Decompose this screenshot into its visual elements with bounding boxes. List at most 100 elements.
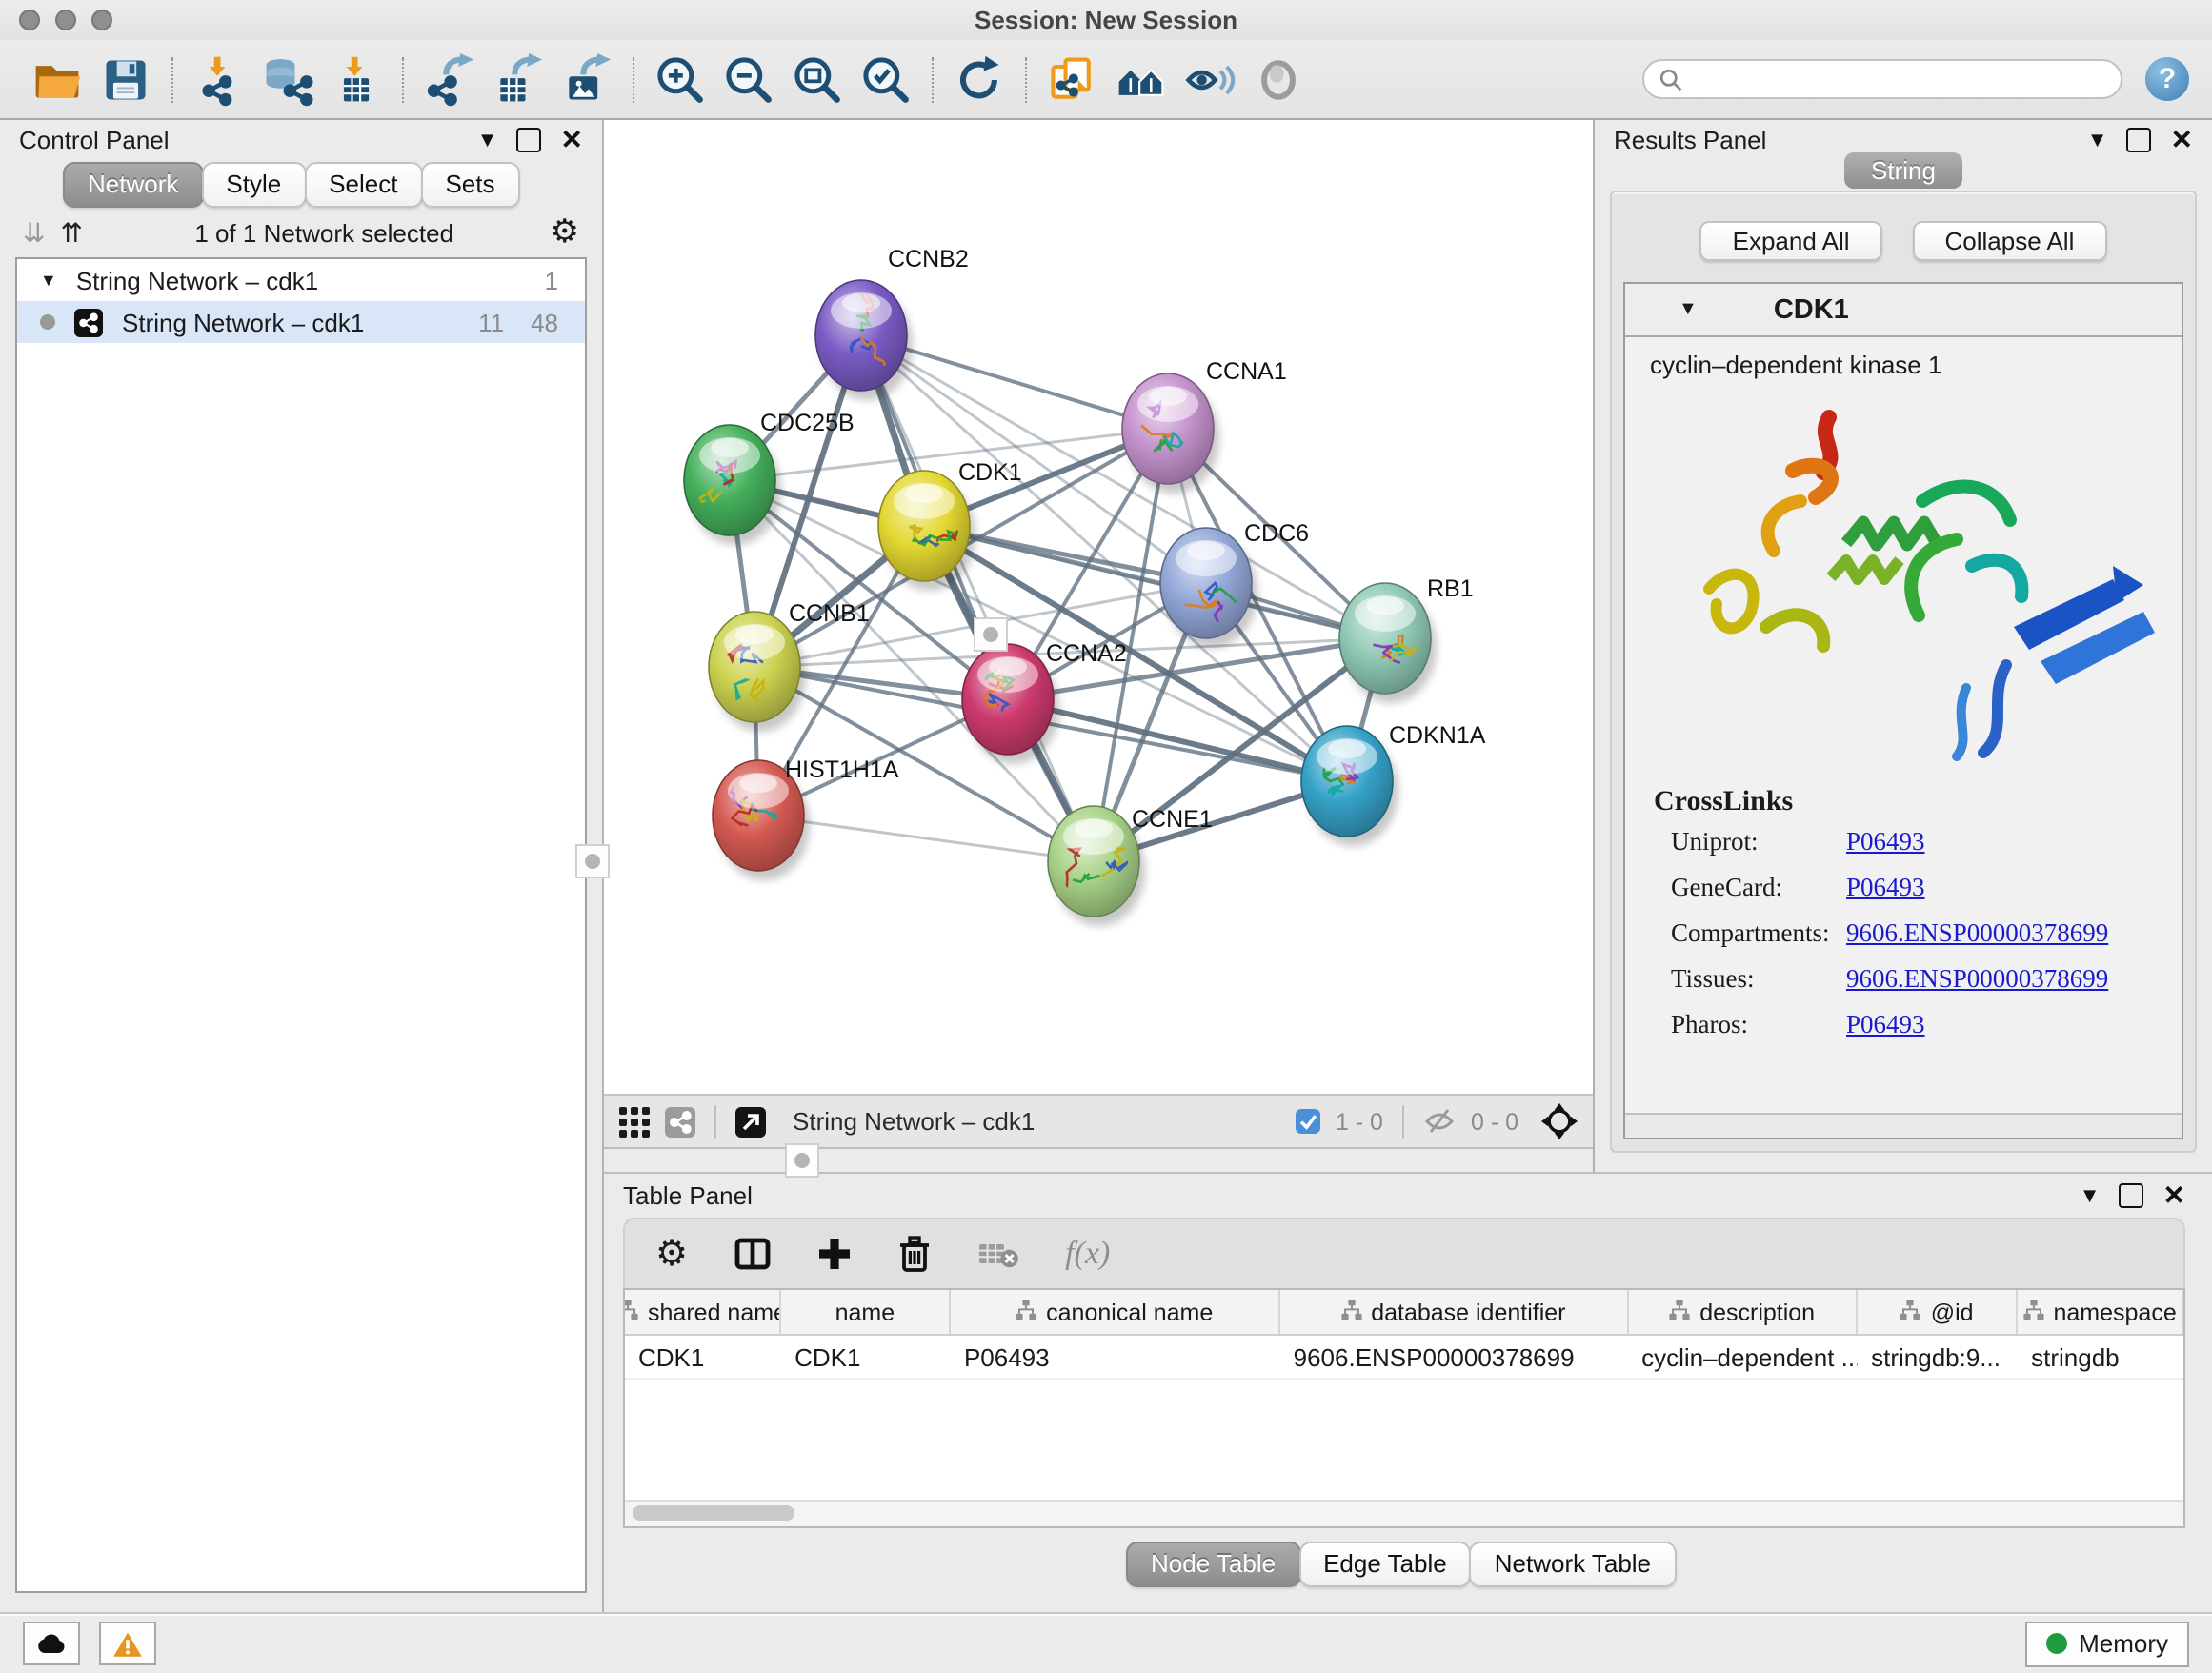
delete-column-icon[interactable]: [897, 1235, 932, 1273]
cloud-button[interactable]: [23, 1622, 80, 1665]
tab-network[interactable]: Network: [63, 162, 203, 208]
collapse-section-icon[interactable]: ▼: [1679, 299, 1698, 320]
tab-select[interactable]: Select: [304, 162, 422, 208]
save-session-button[interactable]: [95, 49, 156, 110]
crosslink-link[interactable]: 9606.ENSP00000378699: [1846, 964, 2108, 995]
import-database-button[interactable]: [257, 49, 318, 110]
create-column-icon[interactable]: [817, 1237, 852, 1271]
hide-graphics-details-button[interactable]: [1248, 49, 1309, 110]
panel-menu-icon[interactable]: ▼: [2080, 1184, 2101, 1207]
zoom-selected-button[interactable]: [855, 49, 916, 110]
close-panel-icon[interactable]: ✕: [2171, 124, 2193, 156]
tab-network-table[interactable]: Network Table: [1470, 1542, 1676, 1587]
network-node-label: CDKN1A: [1389, 722, 1486, 749]
tab-sets[interactable]: Sets: [420, 162, 519, 208]
panel-menu-icon[interactable]: ▼: [477, 129, 498, 151]
refresh-network-button[interactable]: [949, 49, 1010, 110]
column-header-description[interactable]: description: [1628, 1290, 1858, 1334]
table-cell[interactable]: stringdb: [2018, 1336, 2183, 1378]
gear-icon[interactable]: ⚙: [551, 213, 580, 252]
tab-node-table[interactable]: Node Table: [1126, 1542, 1300, 1587]
network-node-CDKN1A[interactable]: [1301, 726, 1398, 846]
collection-expand-icon[interactable]: ▼: [40, 271, 57, 290]
hidden-eye-icon[interactable]: [1423, 1107, 1456, 1136]
network-node-CCNB2[interactable]: [815, 280, 913, 400]
network-node-RB1[interactable]: [1339, 583, 1437, 703]
column-header-database-identifier[interactable]: database identifier: [1280, 1290, 1629, 1334]
panel-menu-icon[interactable]: ▼: [2087, 129, 2108, 151]
column-header-namespace[interactable]: namespace: [2018, 1290, 2183, 1334]
results-hscrollbar[interactable]: [1625, 1113, 2182, 1138]
column-header-shared-name[interactable]: shared name: [625, 1290, 781, 1334]
import-table-button[interactable]: [326, 49, 387, 110]
network-node-CCNA1[interactable]: [1122, 373, 1219, 494]
float-panel-icon[interactable]: [2127, 127, 2152, 151]
network-overview-button[interactable]: [1111, 49, 1172, 110]
tab-style[interactable]: Style: [201, 162, 306, 208]
search-field[interactable]: [1642, 59, 2122, 99]
network-collection-row[interactable]: ▼ String Network – cdk1 1: [17, 259, 585, 301]
bottom-splitter-handle[interactable]: [785, 1143, 819, 1178]
network-overview-icon: [1115, 52, 1168, 106]
right-splitter-handle[interactable]: [974, 617, 1008, 652]
table-row[interactable]: CDK1CDK1P064939606.ENSP00000378699cyclin…: [625, 1336, 2183, 1380]
grid-view-icon[interactable]: [619, 1106, 650, 1137]
crosslink-link[interactable]: P06493: [1846, 827, 1925, 857]
network-canvas[interactable]: CCNB2CCNA1CDC25BCDK1CDC6RB1CCNB1CCNA2CDK…: [604, 120, 1593, 1096]
memory-button[interactable]: Memory: [2025, 1621, 2189, 1666]
export-network-button[interactable]: [419, 49, 480, 110]
collapse-all-button[interactable]: Collapse All: [1913, 221, 2107, 261]
table-hscroll-thumb[interactable]: [633, 1505, 794, 1521]
network-node-CDC6[interactable]: [1160, 528, 1257, 648]
collapse-all-icon[interactable]: ⇊: [23, 216, 45, 249]
network-node-CCNB1[interactable]: [709, 612, 806, 732]
table-cell[interactable]: stringdb:9...: [1858, 1336, 2018, 1378]
expand-all-icon[interactable]: ⇈: [60, 216, 82, 249]
clone-network-button[interactable]: [1042, 49, 1103, 110]
table-cell[interactable]: CDK1: [625, 1336, 781, 1378]
left-splitter-handle[interactable]: [575, 844, 610, 878]
export-table-button[interactable]: [488, 49, 549, 110]
float-panel-icon[interactable]: [2120, 1182, 2144, 1207]
zoom-in-button[interactable]: [650, 49, 711, 110]
crosslink-link[interactable]: 9606.ENSP00000378699: [1846, 918, 2108, 949]
network-row[interactable]: String Network – cdk1 11 48: [17, 301, 585, 343]
crosslink-link[interactable]: P06493: [1846, 1010, 1925, 1040]
open-session-button[interactable]: [27, 49, 88, 110]
tab-string[interactable]: String: [1844, 152, 1962, 189]
import-network-button[interactable]: [189, 49, 250, 110]
zoom-fit-button[interactable]: [787, 49, 848, 110]
table-cell[interactable]: 9606.ENSP00000378699: [1280, 1336, 1628, 1378]
show-columns-icon[interactable]: [734, 1237, 772, 1271]
network-node-CCNA2[interactable]: [962, 644, 1059, 764]
selected-checkbox-icon[interactable]: [1296, 1109, 1320, 1134]
export-image-button[interactable]: [556, 49, 617, 110]
network-list-icon[interactable]: [665, 1106, 695, 1137]
network-node-CDK1[interactable]: [878, 471, 975, 591]
help-button[interactable]: ?: [2145, 57, 2189, 101]
float-panel-icon[interactable]: [517, 127, 542, 151]
close-panel-icon[interactable]: ✕: [561, 124, 583, 156]
pan-crosshair-icon[interactable]: [1541, 1103, 1578, 1139]
zoom-out-button[interactable]: [718, 49, 779, 110]
search-input[interactable]: [1682, 64, 2105, 94]
warning-button[interactable]: [99, 1622, 156, 1665]
close-panel-icon[interactable]: ✕: [2163, 1179, 2185, 1212]
crosslink-link[interactable]: P06493: [1846, 873, 1925, 903]
table-hscrollbar[interactable]: [625, 1500, 2183, 1526]
network-label: String Network – cdk1: [122, 308, 364, 336]
network-node-CCNE1[interactable]: [1048, 806, 1145, 926]
table-cell[interactable]: cyclin–dependent ...: [1628, 1336, 1858, 1378]
column-header--id[interactable]: @id: [1858, 1290, 2018, 1334]
import-table-icon: [330, 52, 383, 106]
expand-all-button[interactable]: Expand All: [1700, 221, 1882, 261]
column-header-canonical-name[interactable]: canonical name: [951, 1290, 1280, 1334]
table-cell[interactable]: CDK1: [781, 1336, 951, 1378]
tab-edge-table[interactable]: Edge Table: [1298, 1542, 1472, 1587]
column-header-name[interactable]: name: [781, 1290, 951, 1334]
birds-eye-view-icon[interactable]: [735, 1106, 766, 1137]
gene-section-header[interactable]: ▼ CDK1: [1625, 284, 2182, 337]
table-cell[interactable]: P06493: [951, 1336, 1280, 1378]
table-options-gear-icon[interactable]: ⚙: [655, 1232, 688, 1276]
show-graphics-details-button[interactable]: [1179, 49, 1240, 110]
